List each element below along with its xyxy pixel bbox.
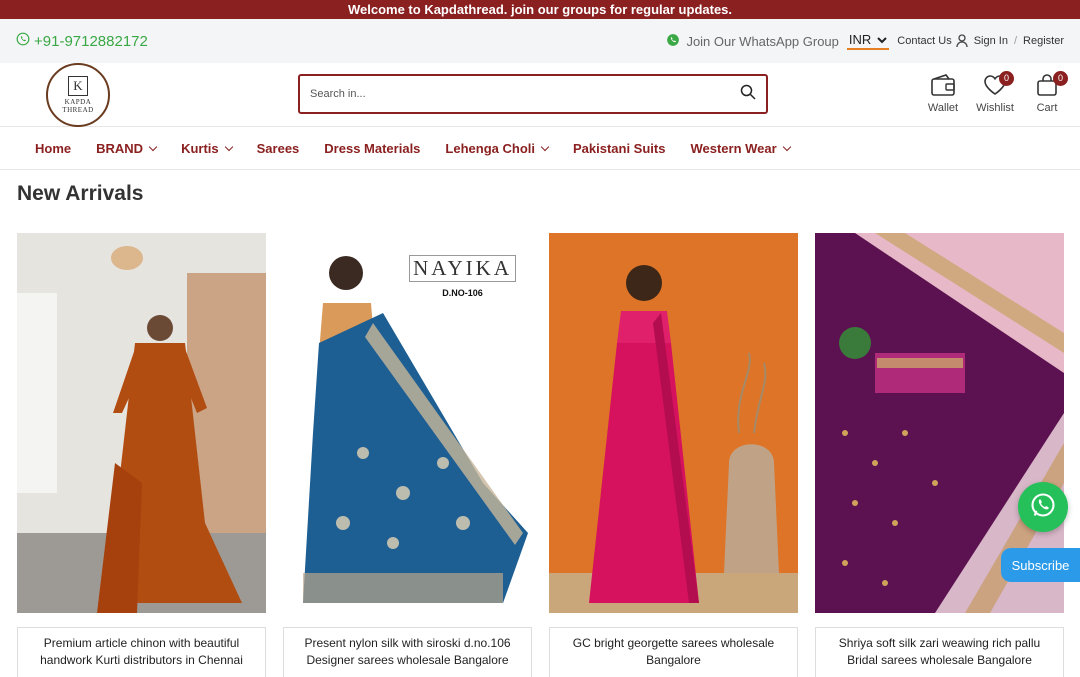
logo-line-1: KAPDA [64,98,92,106]
cart-label: Cart [1036,102,1058,114]
top-bar: +91-9712882172 Join Our WhatsApp Group I… [0,19,1080,63]
product-grid: Premium article chinon with beautiful ha… [17,233,1064,677]
nav-item-lehenga-choli[interactable]: Lehenga Choli [445,140,550,156]
product-title[interactable]: Shriya soft silk zari weawing rich pallu… [815,627,1064,677]
nav-label: Dress Materials [324,140,421,156]
site-logo[interactable]: K KAPDA THREAD [46,63,110,127]
nav-item-pakistani-suits[interactable]: Pakistani Suits [573,141,665,156]
search-input[interactable] [310,88,740,100]
nav-label: Western Wear [690,140,777,156]
design-number: D.NO-106 [442,288,483,298]
phone-number: +91-9712882172 [34,32,148,50]
wishlist-label: Wishlist [976,102,1014,114]
site-header: K KAPDA THREAD Wallet 0 Wishlist [0,63,1080,127]
main-nav: Home BRAND Kurtis Sarees Dress Materials… [0,127,1080,170]
search-bar [298,74,768,114]
product-card[interactable]: NAYIKA D.NO-106 Present nylon silk with … [283,233,532,677]
phone-link[interactable]: +91-9712882172 [16,32,148,50]
currency-select[interactable]: INR [846,32,890,50]
separator: / [1013,35,1018,47]
nav-item-western-wear[interactable]: Western Wear [690,140,791,156]
cart-count-badge: 0 [1053,71,1068,86]
header-actions: Wallet 0 Wishlist 0 Cart [926,71,1068,114]
product-title[interactable]: Premium article chinon with beautiful ha… [17,627,266,677]
product-image[interactable] [17,233,266,613]
whatsapp-icon [16,32,30,50]
nav-item-dress-materials[interactable]: Dress Materials [324,141,420,156]
nav-item-home[interactable]: Home [35,141,71,156]
product-card[interactable]: GC bright georgette sarees wholesale Ban… [549,233,798,677]
chevron-down-icon [224,142,233,151]
subscribe-button[interactable]: Subscribe [1001,548,1080,582]
whatsapp-group-label: Join Our WhatsApp Group [686,33,839,49]
product-card[interactable]: Premium article chinon with beautiful ha… [17,233,266,677]
product-title[interactable]: GC bright georgette sarees wholesale Ban… [549,627,798,677]
chevron-down-icon [148,142,158,151]
wishlist-button[interactable]: 0 Wishlist [976,71,1014,114]
whatsapp-icon [666,33,680,50]
product-title[interactable]: Present nylon silk with siroski d.no.106… [283,627,532,677]
whatsapp-icon [1029,491,1057,524]
wallet-button[interactable]: Wallet [926,73,960,114]
whatsapp-group-link[interactable]: Join Our WhatsApp Group [666,33,839,50]
product-card[interactable]: Shriya soft silk zari weawing rich pallu… [815,233,1064,677]
wallet-label: Wallet [927,102,959,114]
user-icon [956,34,968,48]
nav-item-sarees[interactable]: Sarees [257,141,300,156]
nav-label: Kurtis [181,140,219,156]
section-title: New Arrivals [17,182,144,205]
nav-label: Pakistani Suits [572,140,666,156]
nav-label: Sarees [256,140,300,156]
nav-label: Home [35,140,72,156]
contact-us-link[interactable]: Contact Us [897,35,951,47]
logo-text: KAPDA THREAD [62,98,93,114]
nav-item-kurtis[interactable]: Kurtis [181,140,233,156]
chevron-down-icon [877,32,888,47]
logo-mark: K [68,76,88,96]
logo-line-2: THREAD [62,106,94,114]
brand-name: NAYIKA [409,255,516,282]
nav-label: Lehenga Choli [445,140,535,156]
wallet-icon [930,73,956,100]
brand-watermark: NAYIKA D.NO-106 [409,255,516,298]
announcement-bar: Welcome to Kapdathread. join our groups … [0,0,1080,19]
currency-value: INR [848,32,872,47]
chevron-down-icon [540,142,550,151]
product-image[interactable]: NAYIKA D.NO-106 [283,233,532,613]
wishlist-count-badge: 0 [999,71,1014,86]
nav-label: BRAND [96,140,144,156]
product-image[interactable] [549,233,798,613]
chevron-down-icon [782,142,791,151]
whatsapp-chat-button[interactable] [1018,482,1068,532]
register-link[interactable]: Register [1023,35,1064,47]
search-icon[interactable] [740,84,756,105]
nav-item-brand[interactable]: BRAND [96,140,158,156]
cart-button[interactable]: 0 Cart [1030,71,1068,114]
sign-in-link[interactable]: Sign In [974,35,1008,47]
